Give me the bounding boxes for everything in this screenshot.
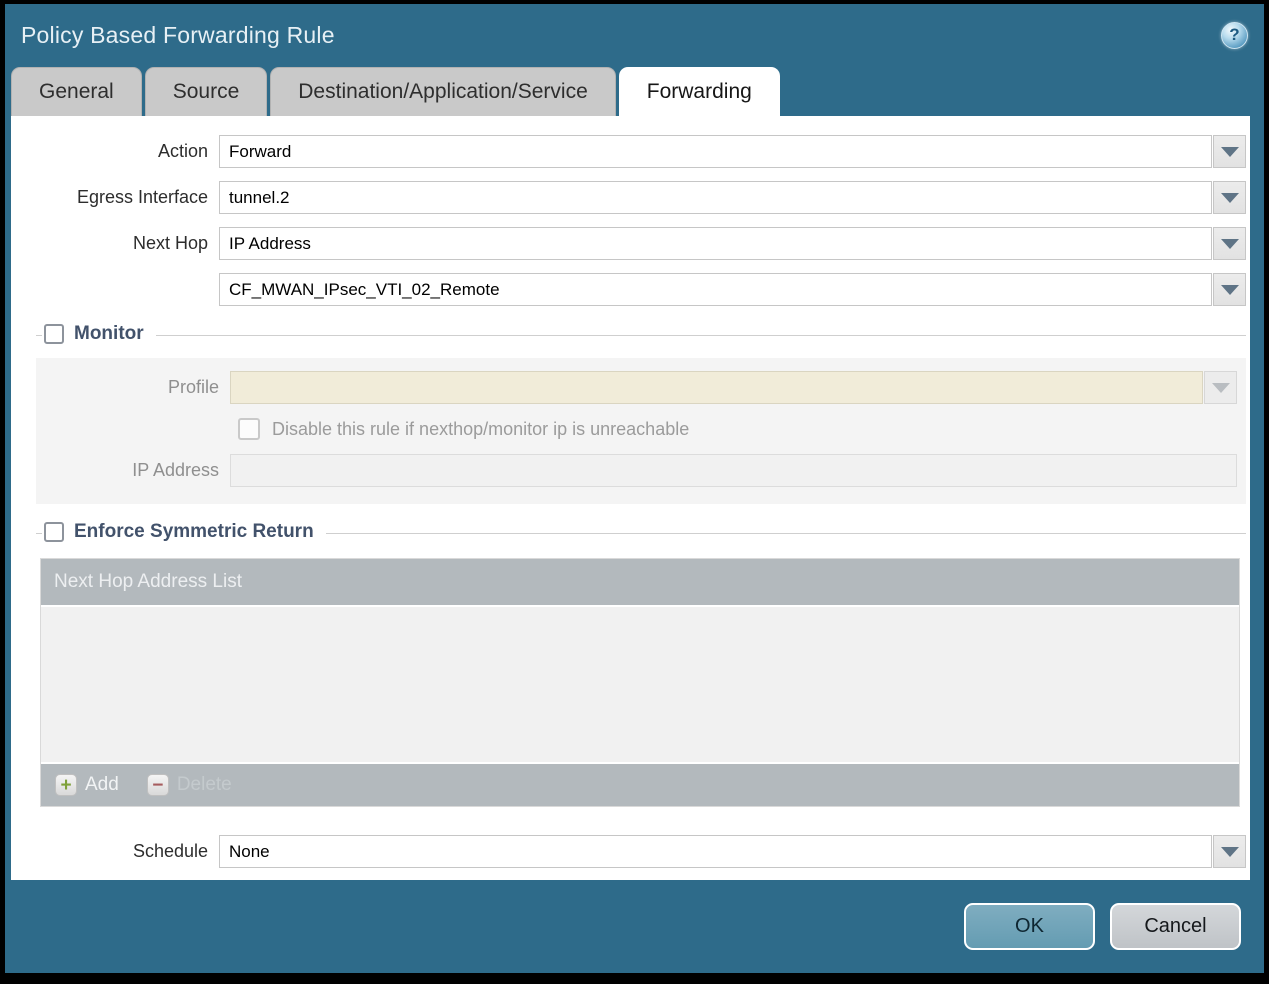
plus-icon: + <box>55 774 77 796</box>
monitor-ip-address-label: IP Address <box>132 460 219 480</box>
monitor-ip-address-row: IP Address <box>36 454 1237 487</box>
next-hop-address-list-column-header: Next Hop Address List <box>54 571 242 592</box>
chevron-down-icon <box>1220 238 1239 249</box>
delete-button: − Delete <box>146 774 232 796</box>
profile-dropdown-button <box>1204 371 1237 404</box>
enforce-symmetric-return-section: Enforce Symmetric Return Next Hop Addres… <box>36 521 1246 807</box>
enforce-symmetric-return-checkbox[interactable] <box>44 522 64 542</box>
action-row: Action Forward <box>11 135 1246 168</box>
enforce-legend: Enforce Symmetric Return <box>42 521 326 543</box>
tab-bar: General Source Destination/Application/S… <box>5 66 1264 116</box>
schedule-dropdown-button[interactable] <box>1213 835 1246 868</box>
chevron-down-icon <box>1220 284 1239 295</box>
next-hop-type-dropdown-button[interactable] <box>1213 227 1246 260</box>
delete-button-label: Delete <box>176 774 232 795</box>
schedule-label: Schedule <box>132 841 208 861</box>
cancel-button[interactable]: Cancel <box>1110 903 1241 950</box>
table-body-empty[interactable] <box>41 607 1239 762</box>
monitor-legend: Monitor <box>42 323 156 345</box>
chevron-down-icon <box>1220 146 1239 157</box>
monitor-checkbox[interactable] <box>44 324 64 344</box>
egress-interface-dropdown-button[interactable] <box>1213 181 1246 214</box>
table-footer: + Add − Delete <box>41 762 1239 806</box>
dialog-footer: OK Cancel <box>5 880 1264 973</box>
tab-source[interactable]: Source <box>144 67 268 116</box>
disable-rule-row: Disable this rule if nexthop/monitor ip … <box>238 418 1237 440</box>
schedule-row: Schedule None <box>11 835 1246 868</box>
profile-select <box>230 371 1203 404</box>
ok-button[interactable]: OK <box>964 903 1095 950</box>
egress-interface-row: Egress Interface tunnel.2 <box>11 181 1246 214</box>
profile-label: Profile <box>167 377 219 397</box>
next-hop-address-list-table: Next Hop Address List + Add − Delete <box>40 558 1240 807</box>
chevron-down-icon <box>1220 846 1239 857</box>
next-hop-address-row: CF_MWAN_IPsec_VTI_02_Remote <box>11 273 1246 306</box>
monitor-ip-address-input <box>230 454 1237 487</box>
action-label: Action <box>157 141 208 161</box>
next-hop-row: Next Hop IP Address <box>11 227 1246 260</box>
chevron-down-icon <box>1211 382 1230 393</box>
next-hop-address-dropdown-button[interactable] <box>1213 273 1246 306</box>
add-button-label: Add <box>85 774 119 795</box>
forwarding-tab-panel: Action Forward Egress Interface tunnel.2… <box>11 116 1250 880</box>
monitor-panel: Profile Disable this rule if nexthop/mon… <box>36 358 1246 504</box>
chevron-down-icon <box>1220 192 1239 203</box>
dialog-titlebar: Policy Based Forwarding Rule ? <box>5 4 1264 66</box>
disable-rule-checkbox <box>238 418 260 440</box>
action-dropdown-button[interactable] <box>1213 135 1246 168</box>
egress-interface-label: Egress Interface <box>76 187 208 207</box>
policy-based-forwarding-dialog: Policy Based Forwarding Rule ? General S… <box>5 4 1264 973</box>
disable-rule-label: Disable this rule if nexthop/monitor ip … <box>272 418 690 439</box>
action-select[interactable]: Forward <box>219 135 1212 168</box>
egress-interface-select[interactable]: tunnel.2 <box>219 181 1212 214</box>
enforce-legend-label: Enforce Symmetric Return <box>74 521 314 542</box>
next-hop-label: Next Hop <box>132 233 208 253</box>
table-header: Next Hop Address List <box>41 559 1239 607</box>
next-hop-address-select[interactable]: CF_MWAN_IPsec_VTI_02_Remote <box>219 273 1212 306</box>
profile-row: Profile <box>36 371 1237 404</box>
minus-icon: − <box>146 774 169 796</box>
help-icon[interactable]: ? <box>1221 21 1248 49</box>
next-hop-type-select[interactable]: IP Address <box>219 227 1212 260</box>
monitor-section: Monitor Profile Disable this rule if nex… <box>36 323 1246 504</box>
tab-destination-application-service[interactable]: Destination/Application/Service <box>270 67 616 116</box>
tab-general[interactable]: General <box>11 67 142 116</box>
tab-forwarding[interactable]: Forwarding <box>618 67 780 116</box>
monitor-legend-label: Monitor <box>74 323 144 344</box>
dialog-title: Policy Based Forwarding Rule <box>21 21 335 48</box>
schedule-select[interactable]: None <box>219 835 1212 868</box>
add-button[interactable]: + Add <box>55 774 119 796</box>
